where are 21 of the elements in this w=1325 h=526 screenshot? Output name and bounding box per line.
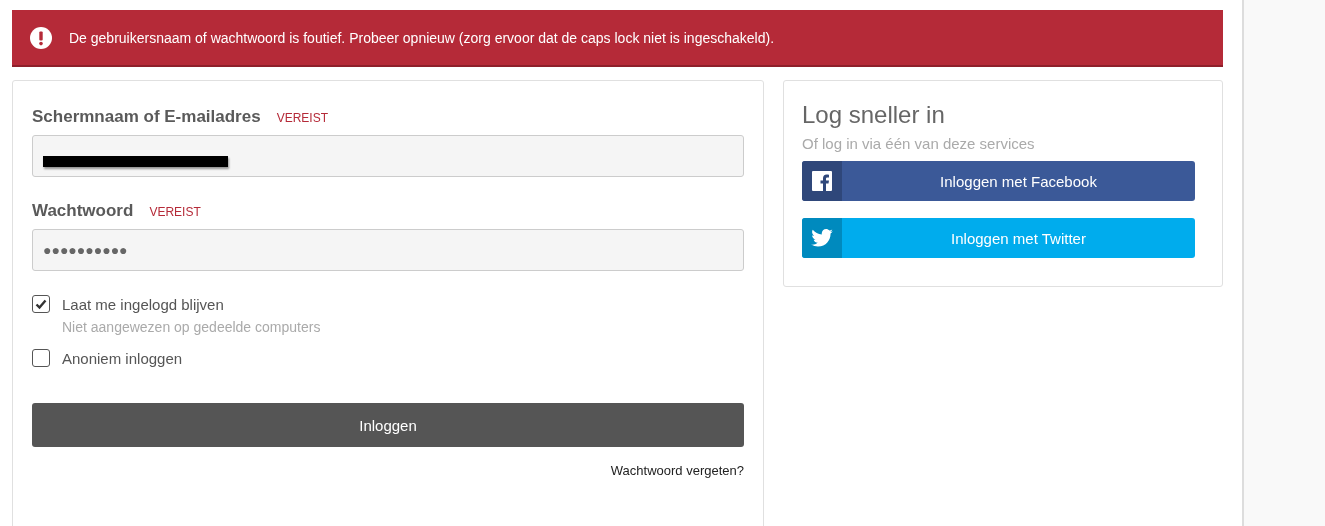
username-field[interactable] [32, 135, 744, 177]
password-field[interactable]: ●●●●●●●●●● [32, 229, 744, 271]
checkbox-label: Anoniem inloggen [62, 349, 183, 367]
facebook-icon [812, 171, 832, 191]
checkbox[interactable] [32, 349, 50, 367]
required-tag: VEREIST [149, 205, 201, 219]
exclamation-icon [30, 26, 52, 49]
social-title: Log sneller in [802, 101, 946, 129]
option-hint: Niet aangewezen op gedeelde computers [62, 319, 322, 335]
field-label: Schermnaam of E-mailadres [32, 107, 261, 127]
social-subtitle: Of log in via één van deze services [802, 135, 1036, 152]
bird-icon [811, 229, 833, 247]
forgot-password-link[interactable]: Wachtwoord vergeten? [610, 463, 744, 478]
error-message: De gebruikersnaam of wachtwoord is foutief. Probeer opnieuw (zorg ervoor dat de caps lock niet is ingeschakeld). [69, 29, 775, 46]
required-tag: VEREIST [276, 111, 328, 125]
facebook-login-button[interactable]: Inloggen met Facebook [802, 161, 1195, 201]
field-label: Wachtwoord [32, 201, 134, 221]
login-button[interactable]: Inloggen [32, 403, 744, 447]
checkbox-label: Laat me ingelogd blijven [62, 295, 224, 313]
masked-password: ●●●●●●●●●● [43, 242, 128, 258]
checkbox[interactable] [32, 295, 50, 313]
